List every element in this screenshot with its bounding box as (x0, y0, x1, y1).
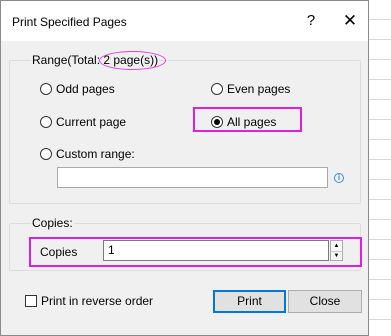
annotation-ellipse-total (99, 51, 166, 70)
radio-current-page[interactable]: Current page (40, 114, 126, 130)
title-bar: Print Specified Pages ? ✕ (1, 1, 368, 41)
radio-current-page-label: Current page (56, 115, 127, 129)
radio-custom-range[interactable]: Custom range: (40, 146, 135, 162)
radio-circle[interactable] (40, 148, 52, 160)
radio-odd-pages-label: Odd pages (56, 82, 115, 96)
annotation-box-copies (29, 237, 362, 267)
print-button[interactable]: Print (213, 290, 286, 313)
spreadsheet-background (368, 0, 391, 336)
help-button[interactable]: ? (304, 12, 318, 29)
radio-circle[interactable] (211, 83, 223, 95)
reverse-order-label: Print in reverse order (41, 294, 154, 308)
radio-odd-pages[interactable]: Odd pages (40, 81, 115, 97)
radio-even-pages-label: Even pages (227, 82, 291, 96)
reverse-order-checkbox[interactable] (25, 295, 37, 307)
info-icon[interactable]: i (334, 173, 344, 183)
radio-circle[interactable] (40, 116, 52, 128)
annotation-box-all-pages (193, 107, 302, 132)
dialog-title: Print Specified Pages (12, 15, 127, 29)
close-button[interactable]: Close (288, 290, 362, 313)
range-legend-prefix: Range(Total: (32, 53, 104, 67)
custom-range-input[interactable] (57, 167, 328, 188)
radio-even-pages[interactable]: Even pages (211, 81, 290, 97)
radio-custom-range-label: Custom range: (56, 147, 135, 161)
close-icon[interactable]: ✕ (342, 11, 358, 31)
copies-legend: Copies: (31, 216, 74, 230)
reverse-order-option[interactable]: Print in reverse order (25, 294, 153, 308)
radio-circle[interactable] (40, 83, 52, 95)
